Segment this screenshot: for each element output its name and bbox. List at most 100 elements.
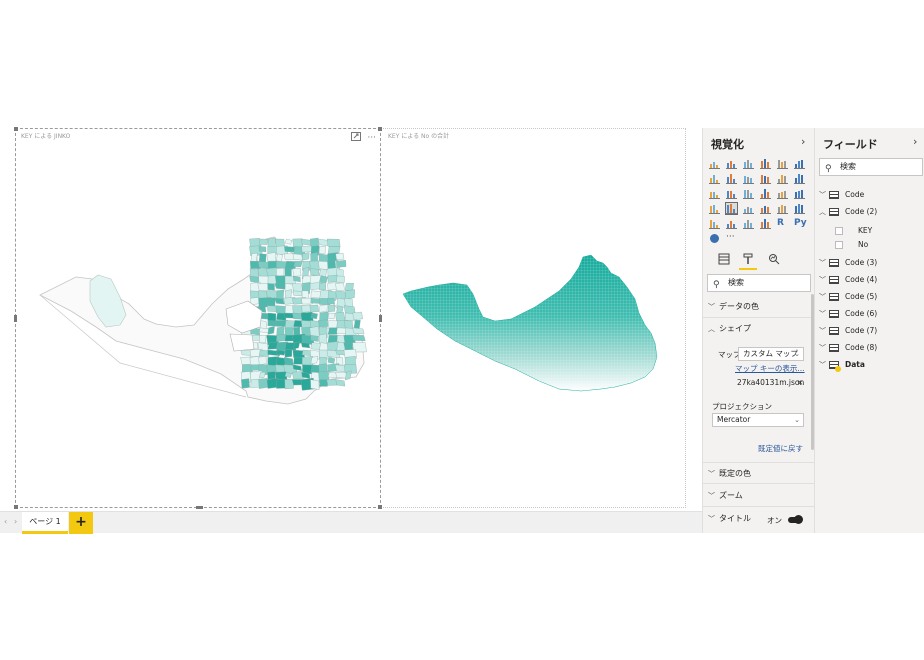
- more-visuals-icon[interactable]: ···: [726, 233, 737, 244]
- field-table-row[interactable]: ﹀ Code (5): [815, 289, 924, 305]
- map-type-select[interactable]: カスタム マップ ⌄: [738, 347, 804, 361]
- choropleth-map[interactable]: [16, 129, 382, 509]
- map-region[interactable]: [276, 253, 283, 262]
- map-region[interactable]: [292, 253, 303, 261]
- treemap-icon[interactable]: [777, 188, 788, 199]
- map-region[interactable]: [249, 275, 260, 284]
- map-region[interactable]: [319, 283, 326, 291]
- field-table-row[interactable]: ﹀ Code (4): [815, 272, 924, 288]
- map-region[interactable]: [302, 252, 310, 261]
- donut-chart-icon[interactable]: [760, 188, 771, 199]
- section-shape[interactable]: ︿ シェイプ: [703, 318, 814, 340]
- field-column-row[interactable]: No: [815, 237, 924, 253]
- scatter-icon[interactable]: [726, 188, 737, 199]
- map-region[interactable]: [310, 298, 320, 304]
- kpi-icon[interactable]: [709, 218, 720, 229]
- field-checkbox[interactable]: [835, 227, 843, 235]
- map-region[interactable]: [284, 349, 293, 358]
- title-toggle-switch[interactable]: [788, 515, 803, 524]
- multirow-card-icon[interactable]: [794, 203, 805, 214]
- stacked-column-icon[interactable]: [726, 158, 737, 169]
- slicer-icon[interactable]: [726, 218, 737, 229]
- map-region[interactable]: [327, 304, 336, 312]
- area-chart-icon[interactable]: [726, 173, 737, 184]
- map-region[interactable]: [319, 304, 328, 313]
- shape-map-icon[interactable]: [725, 202, 738, 215]
- chevron-up-icon[interactable]: ︿: [819, 204, 826, 220]
- map-region[interactable]: [292, 283, 304, 292]
- collapse-visualizations-button[interactable]: ›: [801, 135, 805, 148]
- analytics-icon[interactable]: [765, 252, 783, 270]
- map-region[interactable]: [293, 290, 302, 297]
- map-region[interactable]: [300, 342, 311, 349]
- map-region[interactable]: [310, 342, 322, 350]
- field-table-row[interactable]: ﹀ Code (8): [815, 340, 924, 356]
- line-clustered-icon[interactable]: [777, 173, 788, 184]
- pie-chart-icon[interactable]: [743, 188, 754, 199]
- fields-search-input[interactable]: ⚲ 検索: [819, 158, 923, 176]
- map-region[interactable]: [319, 379, 329, 387]
- map-region[interactable]: [267, 371, 276, 380]
- arcgis-icon[interactable]: [709, 233, 720, 244]
- r-visual-icon[interactable]: R: [777, 218, 788, 229]
- map-region[interactable]: [301, 304, 312, 313]
- map-region[interactable]: [276, 333, 287, 342]
- resize-handle-corner[interactable]: [378, 505, 382, 509]
- shape-map-visual[interactable]: KEY による No の合計: [383, 128, 686, 508]
- map-region[interactable]: [345, 289, 355, 300]
- resize-handle-corner[interactable]: [14, 127, 18, 131]
- funnel-icon[interactable]: [743, 203, 754, 214]
- page-tab-1[interactable]: ページ 1: [22, 512, 68, 534]
- map-region[interactable]: [258, 378, 268, 389]
- 100-bar-icon[interactable]: [777, 158, 788, 169]
- map-region[interactable]: [310, 334, 319, 342]
- map-region[interactable]: [267, 283, 275, 291]
- remove-map-file-button[interactable]: ×: [797, 378, 803, 387]
- map-region[interactable]: [310, 356, 319, 365]
- resize-handle-corner[interactable]: [14, 505, 18, 509]
- collapse-fields-button[interactable]: ›: [913, 135, 917, 148]
- field-table-row[interactable]: ︿ Code (2): [815, 204, 924, 220]
- filled-map-icon[interactable]: [709, 203, 720, 214]
- map-region[interactable]: [258, 238, 269, 245]
- add-page-button[interactable]: +: [69, 512, 93, 534]
- reset-to-default-link[interactable]: 既定値に戻す: [758, 443, 803, 454]
- map-region[interactable]: [343, 342, 354, 351]
- map-region[interactable]: [327, 312, 336, 320]
- map-region[interactable]: [293, 261, 303, 267]
- map-region[interactable]: [327, 238, 341, 247]
- map-region[interactable]: [327, 298, 335, 305]
- card-icon[interactable]: [777, 203, 788, 214]
- clustered-bar-icon[interactable]: [743, 158, 754, 169]
- map-region[interactable]: [335, 282, 345, 291]
- map-region[interactable]: [335, 379, 346, 387]
- filled-map-visual[interactable]: KEY による JINKO ···: [14, 127, 382, 509]
- 100-column-icon[interactable]: [794, 158, 805, 169]
- map-region[interactable]: [336, 260, 347, 268]
- line-column-icon[interactable]: [760, 173, 771, 184]
- map-region[interactable]: [319, 246, 326, 254]
- view-map-keys-link[interactable]: マップ キーの表示...: [735, 363, 805, 374]
- chevron-down-icon[interactable]: ﹀: [819, 357, 826, 373]
- map-region[interactable]: [276, 267, 285, 277]
- chevron-down-icon[interactable]: ﹀: [819, 323, 826, 339]
- gauge-icon[interactable]: [760, 203, 771, 214]
- map-region[interactable]: [267, 342, 279, 350]
- next-page-button[interactable]: ›: [14, 517, 17, 526]
- map-region[interactable]: [283, 357, 294, 367]
- map-region[interactable]: [352, 335, 366, 341]
- resize-handle-bottom[interactable]: [196, 506, 203, 509]
- resize-handle-left[interactable]: [14, 315, 17, 322]
- map-region[interactable]: [318, 319, 329, 328]
- map-region[interactable]: [292, 268, 302, 277]
- map-region[interactable]: [310, 312, 318, 319]
- chevron-down-icon[interactable]: ﹀: [819, 340, 826, 356]
- map-region[interactable]: [327, 274, 338, 283]
- map-region[interactable]: [309, 268, 320, 276]
- field-table-row[interactable]: ﹀ Code (7): [815, 323, 924, 339]
- map-region[interactable]: [267, 326, 275, 335]
- chevron-down-icon[interactable]: ﹀: [819, 187, 826, 203]
- field-table-row[interactable]: ﹀ Code: [815, 187, 924, 203]
- map-region[interactable]: [258, 246, 267, 253]
- map-region[interactable]: [259, 335, 267, 344]
